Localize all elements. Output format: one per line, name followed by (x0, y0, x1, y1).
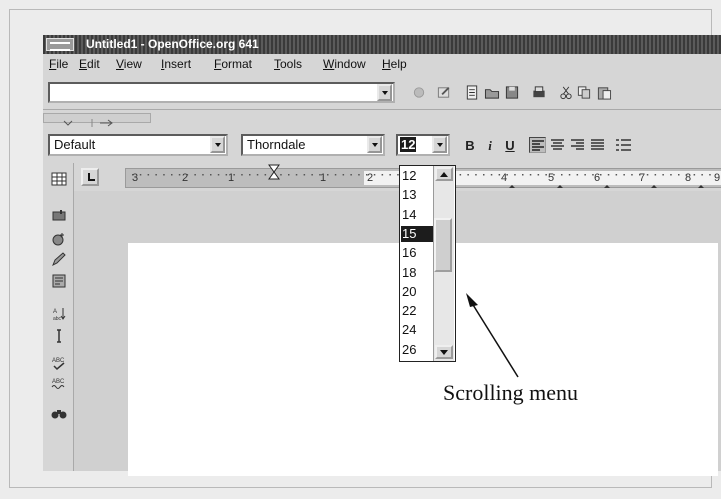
numbering-icon[interactable] (615, 137, 632, 153)
menu-tools[interactable]: Tools (274, 54, 302, 74)
bold-button[interactable]: B (460, 136, 480, 155)
spellcheck-icon[interactable]: ABC (51, 355, 67, 371)
menu-help[interactable]: Help (382, 54, 407, 74)
paragraph-style-dropdown-button[interactable] (210, 136, 225, 153)
tab-stop-selector[interactable] (81, 168, 99, 186)
font-size-option[interactable]: 24 (401, 322, 435, 338)
font-size-option[interactable]: 16 (401, 245, 435, 261)
font-size-option[interactable]: 22 (401, 303, 435, 319)
main-toolbar-vertical: Aabc ABC ABC (44, 163, 74, 471)
edit-file-icon[interactable] (435, 85, 452, 100)
font-size-option[interactable]: 15 (401, 225, 435, 242)
ruler-label: 8 (685, 172, 692, 184)
insert-table-icon[interactable] (51, 171, 67, 187)
insert-fields-icon[interactable] (51, 208, 67, 224)
cut-icon[interactable] (557, 85, 574, 100)
menu-bar: File Edit View Insert Format Tools Windo… (43, 54, 721, 74)
menu-view[interactable]: View (116, 54, 142, 74)
text-cursor-icon[interactable] (51, 328, 67, 344)
toolbar-separator (43, 109, 721, 110)
toolbar-arrows-icon (63, 119, 113, 127)
svg-text:ABC: ABC (52, 379, 65, 385)
ruler-label: 5 (548, 172, 555, 184)
font-size-dropdown-button[interactable] (432, 136, 447, 153)
ruler-tab-marker[interactable] (604, 185, 610, 188)
font-size-option[interactable]: 26 (401, 342, 435, 358)
ruler-label: 4 (501, 172, 508, 184)
underline-button[interactable]: U (500, 136, 520, 155)
insert-object-icon[interactable] (51, 231, 67, 247)
font-size-value: 12 (400, 137, 417, 152)
menu-file[interactable]: File (49, 54, 68, 74)
font-name-dropdown-button[interactable] (367, 136, 382, 153)
font-name-combo[interactable]: Thorndale (241, 134, 385, 156)
annotation-label: Scrolling menu (443, 380, 579, 405)
title-bar: Untitled1 - OpenOffice.org 641 (43, 35, 721, 54)
save-icon[interactable] (503, 85, 520, 100)
align-center-icon[interactable] (549, 137, 566, 153)
align-left-icon[interactable] (529, 137, 546, 153)
window-title: Untitled1 - OpenOffice.org 641 (86, 37, 259, 51)
load-url-field[interactable] (48, 82, 395, 103)
collapsed-toolbar-handle[interactable] (43, 113, 151, 127)
copy-icon[interactable] (575, 85, 592, 100)
ruler-tab-marker[interactable] (651, 185, 657, 188)
font-size-combo[interactable]: 12 (396, 134, 450, 156)
ruler-label: 9 (714, 172, 721, 184)
ruler-label: 1 (320, 172, 327, 184)
scroll-down-button[interactable] (435, 345, 453, 359)
find-replace-icon[interactable] (51, 405, 67, 421)
load-url-dropdown-button[interactable] (377, 84, 392, 101)
font-size-option[interactable]: 13 (401, 187, 435, 203)
font-size-option[interactable]: 20 (401, 284, 435, 300)
paste-icon[interactable] (595, 85, 612, 100)
align-right-icon[interactable] (569, 137, 586, 153)
open-folder-icon[interactable] (483, 85, 500, 100)
window-system-menu-icon[interactable] (46, 38, 74, 51)
svg-text:abc: abc (53, 316, 62, 322)
ruler-tab-marker[interactable] (698, 185, 704, 188)
menu-window[interactable]: Window (323, 54, 366, 74)
hanging-indent-marker[interactable] (268, 164, 280, 180)
print-icon[interactable] (530, 85, 547, 100)
menu-edit[interactable]: Edit (79, 54, 100, 74)
ruler-label: 2 (182, 172, 189, 184)
ruler-label: 7 (639, 172, 646, 184)
svg-text:A: A (53, 309, 57, 315)
form-functions-icon[interactable] (51, 273, 67, 289)
sort-ascending-icon[interactable]: Aabc (51, 306, 67, 322)
stop-loading-icon[interactable] (410, 85, 427, 100)
menu-insert[interactable]: Insert (161, 54, 191, 74)
menu-format[interactable]: Format (214, 54, 252, 74)
ruler-label: 1 (228, 172, 235, 184)
paragraph-style-value: Default (54, 137, 96, 152)
font-size-option[interactable]: 14 (401, 207, 435, 223)
scrollbar-thumb[interactable] (434, 218, 452, 272)
paragraph-style-combo[interactable]: Default (48, 134, 228, 156)
justify-icon[interactable] (589, 137, 606, 153)
font-size-option[interactable]: 12 (401, 168, 435, 184)
italic-button[interactable]: i (480, 136, 500, 155)
scroll-up-button[interactable] (435, 167, 453, 181)
ruler-tab-marker[interactable] (557, 185, 563, 188)
ruler-label: 6 (594, 172, 601, 184)
font-size-option[interactable]: 18 (401, 265, 435, 281)
show-draw-functions-icon[interactable] (51, 251, 67, 267)
ruler-label: 3 (132, 172, 139, 184)
auto-spellcheck-icon[interactable]: ABC (51, 376, 67, 392)
ruler-tab-marker[interactable] (509, 185, 515, 188)
font-name-value: Thorndale (247, 137, 306, 152)
ruler-label: 2 (367, 172, 374, 184)
new-document-icon[interactable] (463, 85, 480, 100)
